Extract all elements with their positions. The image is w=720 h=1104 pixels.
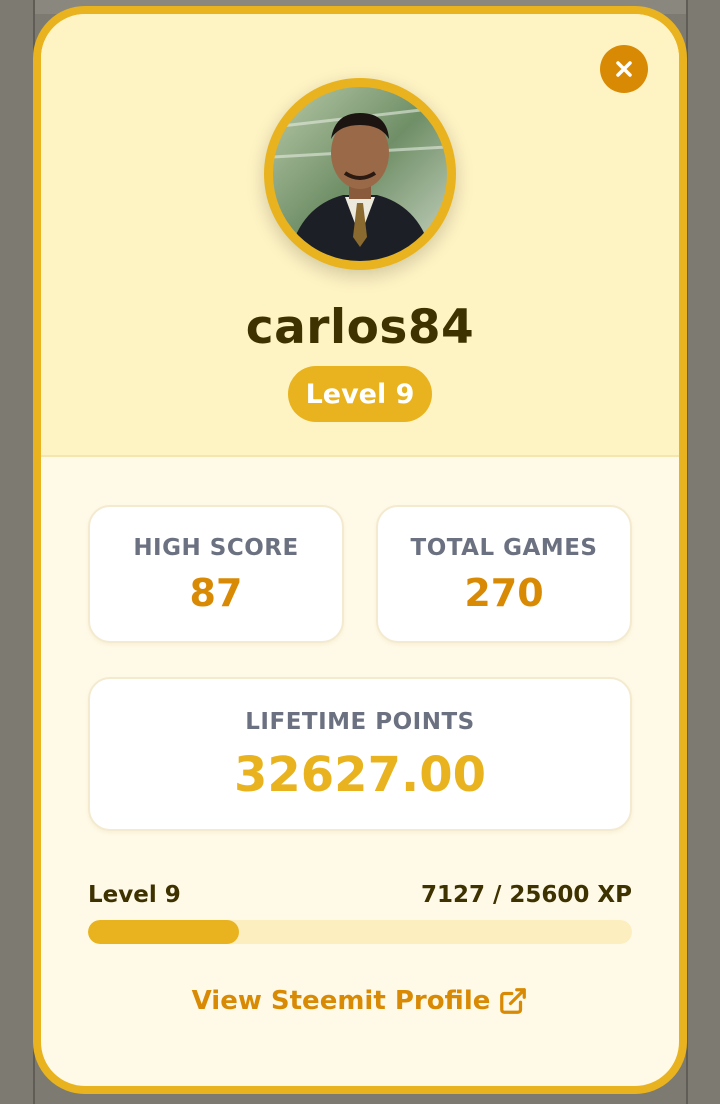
total-games-card: TOTAL GAMES 270 [376,505,632,643]
total-games-value: 270 [464,571,544,615]
total-games-label: TOTAL GAMES [410,535,598,561]
xp-progress-bar [88,920,632,944]
profile-modal: carlos84 Level 9 HIGH SCORE 87 TOTAL GAM… [33,6,687,1094]
close-icon [616,61,632,77]
xp-progress-text: 7127 / 25600 XP [420,882,632,908]
avatar-image [273,87,447,261]
view-steemit-profile-link[interactable]: View Steemit Profile [41,986,679,1016]
high-score-value: 87 [189,571,243,615]
high-score-card: HIGH SCORE 87 [88,505,344,643]
lifetime-points-value: 32627.00 [233,747,487,803]
avatar [264,78,456,270]
profile-header: carlos84 Level 9 [41,14,679,457]
lifetime-points-label: LIFETIME POINTS [245,709,475,735]
xp-progress-fill [88,920,240,944]
close-button[interactable] [600,45,648,93]
level-badge: Level 9 [288,366,432,422]
high-score-label: HIGH SCORE [133,535,299,561]
lifetime-points-card: LIFETIME POINTS 32627.00 [88,677,632,831]
view-steemit-profile-label: View Steemit Profile [191,986,491,1016]
username: carlos84 [245,300,475,355]
progress-level-label: Level 9 [88,882,181,908]
external-link-icon [500,988,527,1014]
